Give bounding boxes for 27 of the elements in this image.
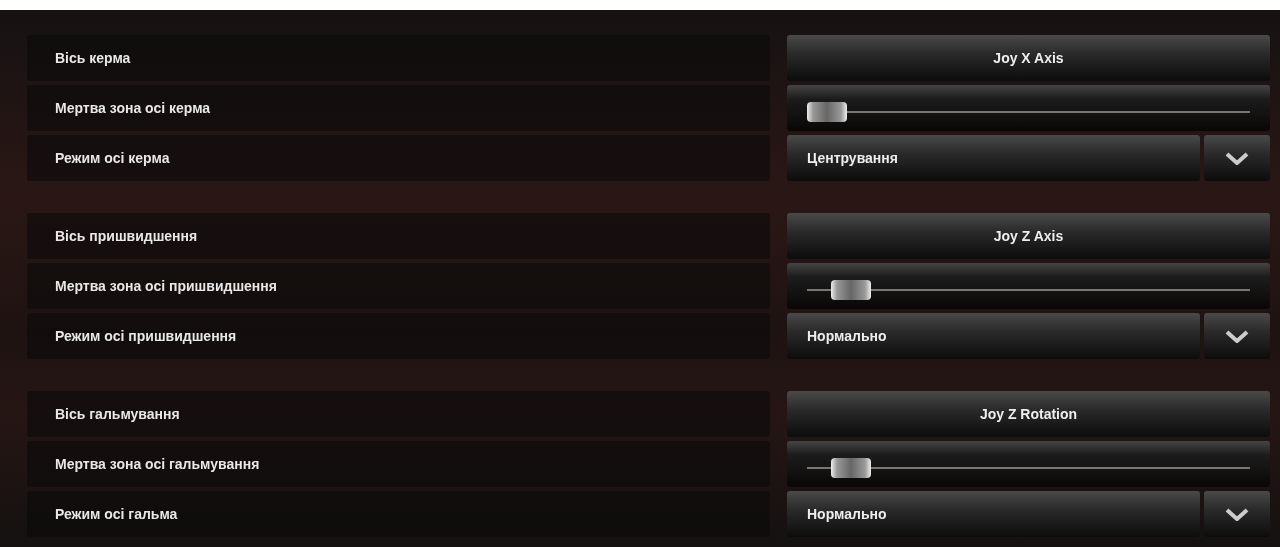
deadzone-slider[interactable] <box>787 263 1270 309</box>
chevron-down-icon <box>1225 507 1249 521</box>
mode-dropdown[interactable]: Нормально <box>787 313 1200 359</box>
chevron-down-icon <box>1225 151 1249 165</box>
setting-label: Вісь пришвидшення <box>55 226 198 246</box>
deadzone-slider[interactable] <box>787 85 1270 131</box>
setting-label: Режим осі пришвидшення <box>55 326 237 346</box>
dropdown-toggle-button[interactable] <box>1204 313 1270 359</box>
chevron-down-icon <box>1225 329 1249 343</box>
mode-dropdown[interactable]: Центрування <box>787 135 1200 181</box>
setting-label: Режим осі керма <box>55 148 170 168</box>
slider-thumb[interactable] <box>807 102 847 122</box>
slider-thumb[interactable] <box>831 280 872 300</box>
mode-dropdown[interactable]: Нормально <box>787 491 1200 537</box>
axis-binding-button[interactable]: Joy Z Axis <box>787 213 1270 259</box>
axis-binding-button[interactable]: Joy X Axis <box>787 35 1270 81</box>
dropdown-toggle-button[interactable] <box>1204 491 1270 537</box>
setting-label: Вісь гальмування <box>55 404 180 424</box>
setting-label: Вісь керма <box>55 48 131 68</box>
setting-label: Мертва зона осі керма <box>55 98 211 118</box>
slider-thumb[interactable] <box>831 458 872 478</box>
deadzone-slider[interactable] <box>787 441 1270 487</box>
setting-label: Мертва зона осі пришвидшення <box>55 276 277 296</box>
setting-label: Мертва зона осі гальмування <box>55 454 260 474</box>
dropdown-toggle-button[interactable] <box>1204 135 1270 181</box>
axis-binding-button[interactable]: Joy Z Rotation <box>787 391 1270 437</box>
setting-label: Режим осі гальма <box>55 504 178 524</box>
